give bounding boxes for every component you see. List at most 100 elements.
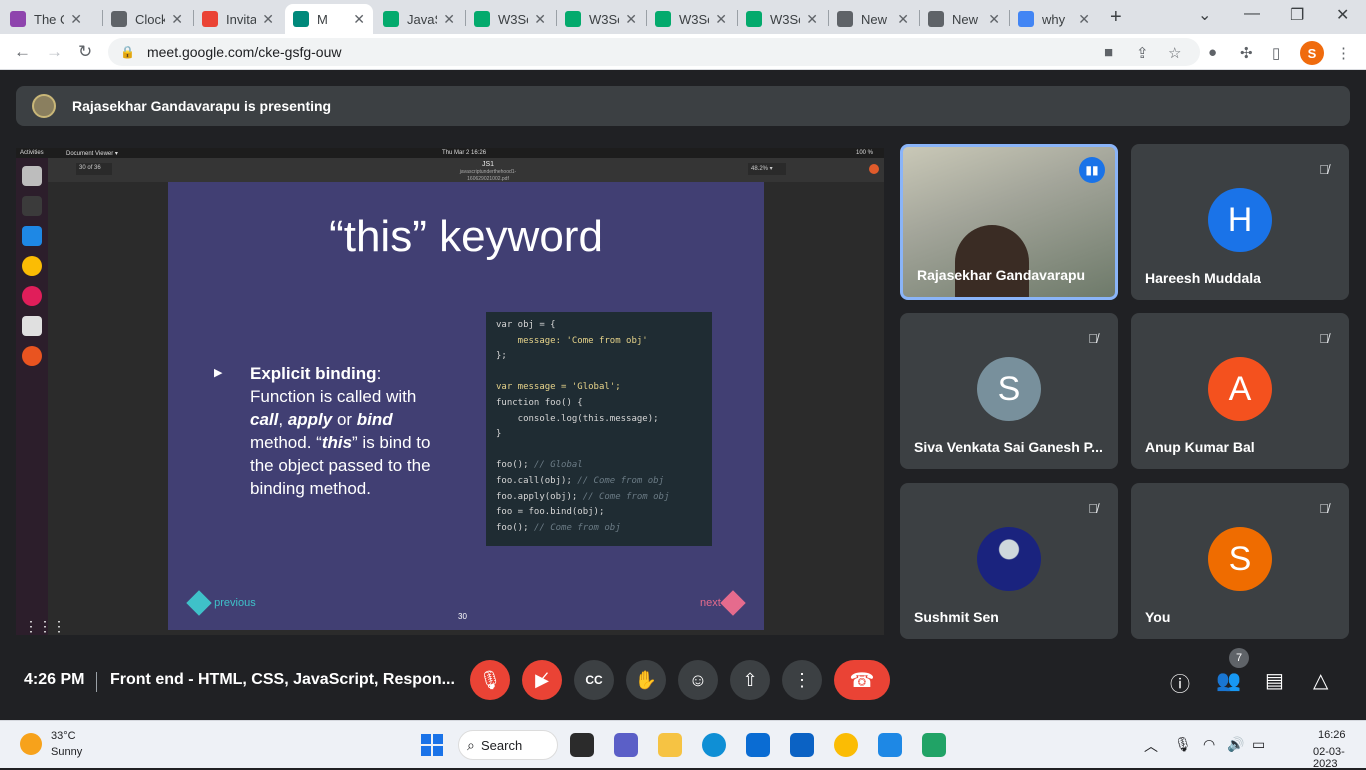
participant-tile-hareesh[interactable]: 🎙̸ H Hareesh Muddala xyxy=(1131,144,1349,300)
tab-4[interactable]: JavaS ✕ xyxy=(375,4,463,34)
tab-1[interactable]: Clock ✕ xyxy=(103,4,191,34)
tab-close-icon[interactable]: ✕ xyxy=(534,11,546,28)
taskbar-time[interactable]: 16:26 xyxy=(1318,729,1346,741)
more-options-button[interactable]: ⋮ xyxy=(782,660,822,700)
tab-5[interactable]: W3Sc ✕ xyxy=(466,4,554,34)
store-icon[interactable] xyxy=(746,733,770,757)
purple-circle-icon xyxy=(10,11,26,27)
tab-close-icon[interactable]: ✕ xyxy=(171,11,183,28)
tab-6[interactable]: W3Sc ✕ xyxy=(557,4,645,34)
new-tab-button[interactable]: + xyxy=(1110,6,1122,29)
tab-close-icon[interactable]: ✕ xyxy=(715,11,727,28)
app-menu-label: Document Viewer ▾ xyxy=(66,151,118,157)
participant-name: Rajasekhar Gandavarapu xyxy=(917,267,1086,283)
camera-blocked-icon[interactable]: ■ xyxy=(1104,44,1113,61)
extensions-puzzle-icon[interactable]: ✣ xyxy=(1240,44,1253,62)
side-panel-icon[interactable]: ▯ xyxy=(1272,44,1280,62)
search-icon: ⌕ xyxy=(467,737,475,753)
globe-icon xyxy=(837,11,853,27)
forward-icon[interactable]: → xyxy=(46,42,63,62)
reload-icon[interactable]: ↻ xyxy=(78,42,92,62)
raise-hand-button[interactable]: ✋ xyxy=(626,660,666,700)
tab-search-icon[interactable]: ⌄ xyxy=(1198,5,1211,25)
restore-icon[interactable]: ❐ xyxy=(1290,5,1304,25)
menu-kebab-icon[interactable]: ⋮ xyxy=(1336,44,1351,62)
participant-tile-you[interactable]: 🎙̸ S You xyxy=(1131,483,1349,639)
tab-close-icon[interactable]: ✕ xyxy=(1078,11,1090,28)
tab-close-icon[interactable]: ✕ xyxy=(353,11,365,28)
back-icon[interactable]: ← xyxy=(14,42,31,62)
tab-close-icon[interactable]: ✕ xyxy=(897,11,909,28)
tab-close-icon[interactable]: ✕ xyxy=(262,11,274,28)
mic-muted-icon: 🎙̸ xyxy=(1319,161,1329,177)
weather-condition[interactable]: Sunny xyxy=(51,746,82,758)
taskbar-date[interactable]: 02-03-2023 xyxy=(1313,746,1366,770)
bullet-arrow-icon: ▶ xyxy=(214,367,223,379)
tab-close-icon[interactable]: ✕ xyxy=(443,11,455,28)
w3schools-icon xyxy=(655,11,671,27)
profile-avatar[interactable]: S xyxy=(1300,41,1324,65)
tab-separator xyxy=(828,10,829,26)
meeting-info-icon[interactable]: ⓘ xyxy=(1170,668,1190,697)
task-view-icon[interactable] xyxy=(570,733,594,757)
minimize-icon[interactable]: — xyxy=(1244,5,1260,23)
share-icon[interactable]: ⇪ xyxy=(1136,44,1149,62)
leave-call-button[interactable]: ☎ xyxy=(834,660,890,700)
tab-close-icon[interactable]: ✕ xyxy=(988,11,1000,28)
activities-label: Activities xyxy=(20,150,44,156)
tab-10[interactable]: New ✕ xyxy=(920,4,1008,34)
tab-0[interactable]: The C ✕ xyxy=(2,4,90,34)
battery-icon[interactable]: ▭ xyxy=(1252,736,1265,753)
close-window-icon[interactable]: ✕ xyxy=(1336,5,1349,25)
tab-close-icon[interactable]: ✕ xyxy=(806,11,818,28)
participant-name: Sushmit Sen xyxy=(914,609,999,625)
excel-icon[interactable] xyxy=(922,733,946,757)
shared-screen[interactable]: Activities Document Viewer ▾ Thu Mar 2 1… xyxy=(16,148,884,635)
temperature[interactable]: 33°C xyxy=(51,730,76,742)
present-button[interactable]: ⇧ xyxy=(730,660,770,700)
mic-off-button[interactable]: 🎙 xyxy=(470,660,510,700)
teams-icon[interactable] xyxy=(614,733,638,757)
camera-off-button[interactable]: ▶̸ xyxy=(522,660,562,700)
participant-name: Anup Kumar Bal xyxy=(1145,439,1255,455)
chrome-taskbar-icon[interactable] xyxy=(834,733,858,757)
browser-toolbar: ← → ↻ 🔒 meet.google.com/cke-gsfg-ouw ■ ⇪… xyxy=(0,34,1366,70)
start-button[interactable] xyxy=(421,734,443,756)
tab-separator xyxy=(465,10,466,26)
participant-tile-sushmit[interactable]: 🎙̸ Sushmit Sen xyxy=(900,483,1118,639)
tab-7[interactable]: W3Sc ✕ xyxy=(647,4,735,34)
tab-title: New xyxy=(952,11,979,27)
wifi-icon[interactable]: ◠ xyxy=(1203,736,1215,753)
tab-close-icon[interactable]: ✕ xyxy=(70,11,82,28)
activities-icon[interactable]: △ xyxy=(1313,668,1328,693)
weather-sun-icon[interactable] xyxy=(20,733,42,755)
participant-tile-anup[interactable]: 🎙̸ A Anup Kumar Bal xyxy=(1131,313,1349,469)
mail-icon[interactable] xyxy=(790,733,814,757)
tab-title: M xyxy=(317,11,328,27)
meet-icon xyxy=(293,11,309,27)
captions-button[interactable]: CC xyxy=(574,660,614,700)
vscode-taskbar-icon[interactable] xyxy=(878,733,902,757)
emoji-button[interactable]: ☺ xyxy=(678,660,718,700)
people-icon[interactable]: 👥 xyxy=(1216,668,1241,693)
search-label: Search xyxy=(481,737,523,753)
edge-icon[interactable] xyxy=(702,733,726,757)
volume-icon[interactable]: 🔊 xyxy=(1227,736,1244,753)
file-explorer-icon[interactable] xyxy=(658,733,682,757)
bookmark-star-icon[interactable]: ☆ xyxy=(1168,44,1181,62)
tab-11[interactable]: why ✕ xyxy=(1010,4,1098,34)
tab-2[interactable]: Invita ✕ xyxy=(194,4,282,34)
microphone-tray-icon[interactable]: 🎙 xyxy=(1174,736,1192,753)
participant-tile-presenter[interactable]: ▮▮ Rajasekhar Gandavarapu xyxy=(900,144,1118,300)
extension-g-icon[interactable]: ● xyxy=(1208,44,1217,61)
tab-8[interactable]: W3Sc ✕ xyxy=(738,4,826,34)
address-bar[interactable]: 🔒 meet.google.com/cke-gsfg-ouw xyxy=(108,38,1200,66)
participant-tile-siva[interactable]: 🎙̸ S Siva Venkata Sai Ganesh P... xyxy=(900,313,1118,469)
tab-3[interactable]: M ✕ xyxy=(285,4,373,34)
tab-close-icon[interactable]: ✕ xyxy=(625,11,637,28)
avatar: S xyxy=(1208,527,1272,591)
chat-icon[interactable]: ▤ xyxy=(1265,668,1284,693)
tab-9[interactable]: New ✕ xyxy=(829,4,917,34)
show-hidden-icons[interactable]: ︿ xyxy=(1144,736,1158,756)
taskbar-search[interactable]: ⌕ Search xyxy=(458,730,558,760)
